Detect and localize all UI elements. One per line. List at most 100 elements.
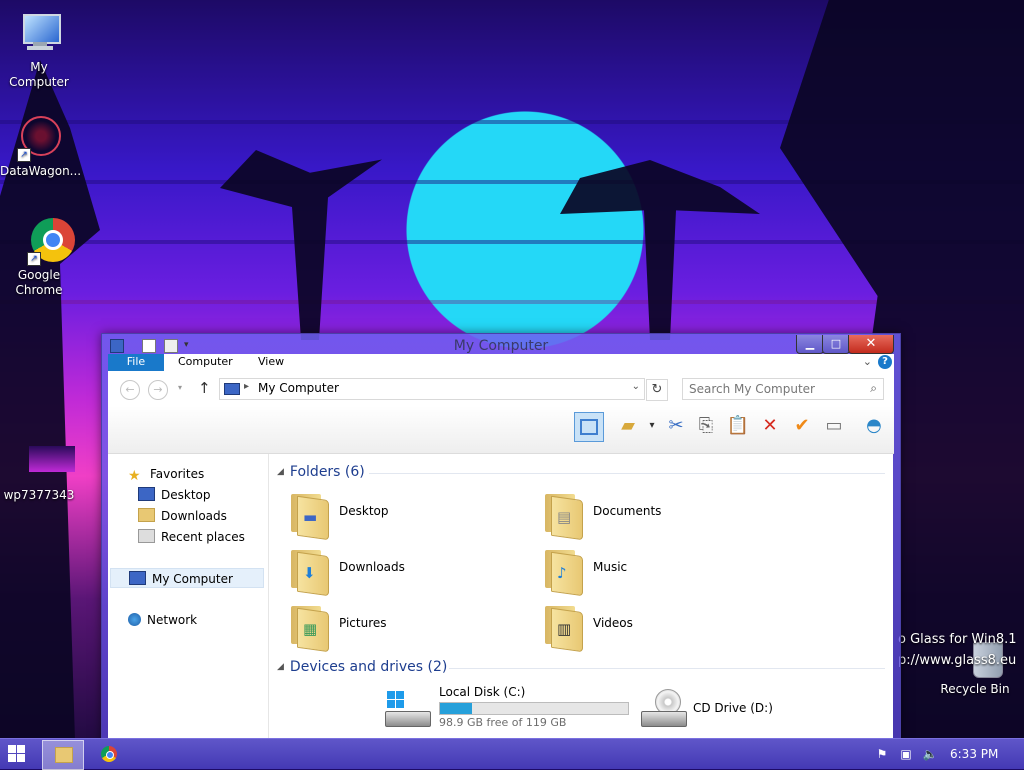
- drive-free-space: 98.9 GB free of 119 GB: [439, 716, 567, 729]
- up-button[interactable]: ↑: [198, 379, 211, 397]
- content-pane: ◢ Folders (6) ▬ Desktop ▤ Documents ⬇ Dow…: [269, 454, 893, 738]
- network-icon: [128, 613, 141, 626]
- group-header-devices[interactable]: ◢ Devices and drives (2): [277, 659, 447, 675]
- rename-icon[interactable]: ▭: [820, 412, 848, 440]
- desktop-icon-label: Google Chrome: [15, 268, 63, 297]
- taskbar-file-explorer[interactable]: [42, 740, 84, 770]
- file-explorer-icon: [55, 747, 73, 763]
- collapse-icon[interactable]: ◢: [277, 467, 284, 477]
- palm-center-left: [220, 150, 382, 340]
- desktop-icon-label: DataWagon...: [0, 164, 82, 178]
- tab-file[interactable]: File: [108, 354, 164, 371]
- shortcut-arrow-icon: ↗: [27, 252, 41, 266]
- tab-view[interactable]: View: [258, 354, 284, 371]
- back-button[interactable]: ←: [120, 380, 140, 400]
- watermark-text: o Glass for Win8.1: [898, 632, 1017, 647]
- recent-locations-icon[interactable]: ▾: [178, 383, 182, 392]
- refresh-button[interactable]: ↻: [646, 379, 668, 401]
- copy-icon[interactable]: ⎘: [692, 412, 720, 440]
- desktop-icon: [138, 487, 155, 501]
- expand-ribbon-icon[interactable]: ⌄: [863, 355, 872, 368]
- explorer-window[interactable]: ▾ My Computer ▁ □ ✕ File Computer View ⌄…: [101, 333, 901, 745]
- shell-icon[interactable]: ◓: [860, 412, 888, 440]
- nav-recent-places[interactable]: Recent places: [138, 527, 245, 547]
- volume-muted-icon[interactable]: 🔈: [922, 746, 938, 762]
- help-icon[interactable]: ?: [878, 355, 892, 369]
- command-toolbar: ▰ ▾ ✂ ⎘ 📋 ✕ ✔ ▭ ◓: [108, 406, 894, 454]
- folder-label: Downloads: [339, 560, 405, 574]
- recent-places-icon: [138, 529, 155, 543]
- folder-icon: ⬇: [289, 546, 329, 597]
- computer-icon: [15, 10, 63, 58]
- drive-label: Local Disk (C:): [439, 685, 526, 699]
- address-toolbar: ← → ▾ ↑ ▸ My Computer ⌄ ↻ Search My Comp…: [108, 371, 894, 407]
- drive-usage-bar: [439, 702, 629, 715]
- desktop-icon-datawagon[interactable]: ↗ DataWagon...: [0, 114, 82, 179]
- nav-my-computer[interactable]: My Computer: [110, 568, 264, 588]
- close-button[interactable]: ✕: [848, 335, 894, 354]
- address-text: My Computer: [258, 381, 339, 395]
- desktop-icon-my-computer[interactable]: My Computer: [0, 10, 78, 90]
- divider: [369, 473, 885, 474]
- minimize-button[interactable]: ▁: [796, 335, 824, 354]
- collapse-icon[interactable]: ◢: [277, 662, 284, 672]
- search-icon[interactable]: ⌕: [870, 381, 877, 396]
- folder-documents[interactable]: ▤ Documents: [543, 488, 783, 541]
- nav-network[interactable]: Network: [128, 610, 197, 630]
- nav-favorites[interactable]: ★ Favorites: [128, 464, 204, 484]
- chrome-icon: ↗: [15, 218, 75, 266]
- title-bar[interactable]: ▾ My Computer ▁ □ ✕: [102, 334, 900, 356]
- folder-icon: ▬: [289, 490, 329, 541]
- network-status-icon[interactable]: ▣: [898, 746, 914, 762]
- folder-label: Pictures: [339, 616, 387, 630]
- drive-cd-d[interactable]: CD Drive (D:): [641, 685, 891, 731]
- desktop-icon-label: Recycle Bin: [940, 682, 1010, 696]
- paste-icon[interactable]: 📋: [724, 412, 752, 440]
- folder-icon: ♪: [543, 546, 583, 597]
- taskbar: ⚑ ▣ 🔈 6:33 PM: [0, 738, 1024, 770]
- checkmark-icon[interactable]: ✔: [788, 412, 816, 440]
- desktop-icon-label: wp7377343: [3, 488, 75, 502]
- cut-icon[interactable]: ✂: [662, 412, 690, 440]
- search-box[interactable]: Search My Computer ⌕: [682, 378, 884, 400]
- desktop-icon-label: My Computer: [9, 60, 69, 89]
- taskbar-chrome[interactable]: [98, 740, 122, 768]
- shortcut-arrow-icon: ↗: [17, 148, 31, 162]
- cd-drive-icon: [641, 689, 687, 729]
- datawagon-icon: ↗: [15, 114, 63, 162]
- folder-pictures[interactable]: ▦ Pictures: [289, 600, 529, 653]
- folder-icon: ▤: [543, 490, 583, 541]
- preview-pane-button[interactable]: [574, 412, 604, 442]
- downloads-folder-icon: [138, 508, 155, 522]
- window-title: My Computer: [453, 338, 549, 354]
- address-bar[interactable]: ▸ My Computer ⌄: [219, 378, 645, 400]
- forward-button[interactable]: →: [148, 380, 168, 400]
- start-button[interactable]: [8, 745, 26, 763]
- ribbon-tabs: File Computer View ⌄ ?: [108, 354, 894, 371]
- folder-music[interactable]: ♪ Music: [543, 544, 783, 597]
- address-dropdown-icon[interactable]: ⌄: [632, 381, 640, 392]
- folder-downloads[interactable]: ⬇ Downloads: [289, 544, 529, 597]
- delete-icon[interactable]: ✕: [756, 412, 784, 440]
- action-center-flag-icon[interactable]: ⚑: [874, 746, 890, 762]
- folder-label: Documents: [593, 504, 662, 518]
- desktop-icon-wp7377343[interactable]: wp7377343: [0, 438, 78, 503]
- nav-desktop[interactable]: Desktop: [138, 485, 211, 505]
- maximize-button[interactable]: □: [822, 335, 850, 354]
- folder-videos[interactable]: ▥ Videos: [543, 600, 783, 653]
- desktop-icon-google-chrome[interactable]: ↗ Google Chrome: [0, 218, 78, 298]
- computer-icon: [224, 383, 240, 395]
- folder-label: Desktop: [339, 504, 389, 518]
- drive-local-disk-c[interactable]: Local Disk (C:) 98.9 GB free of 119 GB: [385, 685, 637, 731]
- group-header-folders[interactable]: ◢ Folders (6): [277, 464, 365, 480]
- tab-computer[interactable]: Computer: [178, 354, 233, 371]
- nav-downloads[interactable]: Downloads: [138, 506, 227, 526]
- system-clock[interactable]: 6:33 PM: [950, 747, 998, 761]
- folder-label: Music: [593, 560, 628, 574]
- hard-drive-icon: [385, 689, 431, 729]
- folder-icon: ▦: [289, 602, 329, 653]
- folder-desktop[interactable]: ▬ Desktop: [289, 488, 529, 541]
- navigation-pane: ★ Favorites Desktop Downloads Recent plac…: [108, 454, 269, 738]
- search-input[interactable]: Search My Computer: [689, 382, 815, 396]
- breadcrumb-arrow-icon[interactable]: ▸: [244, 381, 249, 392]
